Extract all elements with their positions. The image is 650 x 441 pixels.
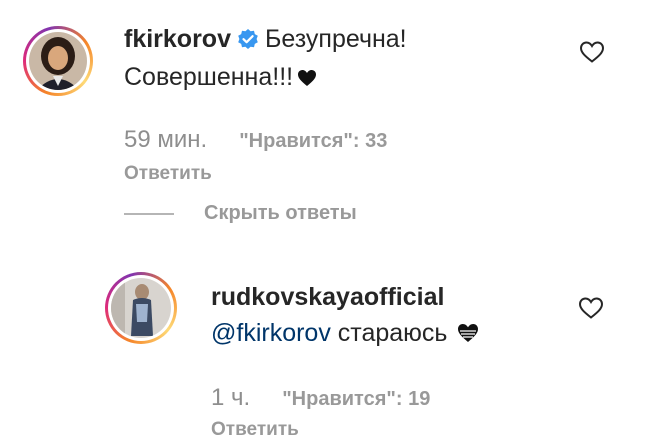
comment-username[interactable]: rudkovskayaofficial (211, 283, 444, 311)
comment-text: Совершенна!!! (124, 63, 294, 91)
avatar-image (111, 278, 171, 338)
comment-username[interactable]: fkirkorov (124, 25, 231, 53)
like-heart-icon[interactable] (579, 40, 605, 64)
comment-rudkovskayaofficial: rudkovskayaofficial @fkirkorov стараюсь … (0, 250, 650, 441)
avatar-rudkovskayaofficial[interactable] (105, 272, 177, 344)
avatar-fkirkorov[interactable] (23, 26, 93, 96)
reply-button[interactable]: Ответить (124, 163, 212, 185)
comment-text-line2: @fkirkorov стараюсь (211, 316, 479, 352)
black-heart-icon (297, 62, 317, 96)
comment-text: Безупречна! (264, 25, 407, 53)
black-heart-icon (457, 318, 479, 352)
reply-button[interactable]: Ответить (211, 419, 299, 441)
comment-text-line2: Совершенна!!! (124, 60, 317, 96)
mention-link[interactable]: @fkirkorov (211, 319, 331, 347)
comment-meta: 1 ч. "Нравится": 19 (211, 384, 430, 412)
comment-meta: 59 мин. "Нравится": 33 (124, 126, 387, 154)
avatar-image (29, 32, 87, 90)
hide-replies-button[interactable]: Скрыть ответы (124, 202, 357, 225)
verified-badge-icon (237, 25, 259, 59)
hide-replies-label: Скрыть ответы (204, 202, 357, 224)
comment-time[interactable]: 1 ч. (211, 384, 250, 411)
comment-time[interactable]: 59 мин. (124, 126, 207, 153)
comment-text-line1: rudkovskayaofficial (211, 280, 444, 314)
like-heart-icon[interactable] (578, 296, 604, 320)
comment-fkirkorov: fkirkorov Безупречна! Совершенна!!! 59 ми… (0, 0, 650, 200)
comment-text: стараюсь (337, 319, 448, 347)
comment-text-line1: fkirkorov Безупречна! (124, 22, 407, 59)
comment-likes[interactable]: "Нравится": 33 (239, 130, 387, 152)
comment-likes[interactable]: "Нравится": 19 (282, 388, 430, 410)
divider-line (124, 212, 174, 215)
